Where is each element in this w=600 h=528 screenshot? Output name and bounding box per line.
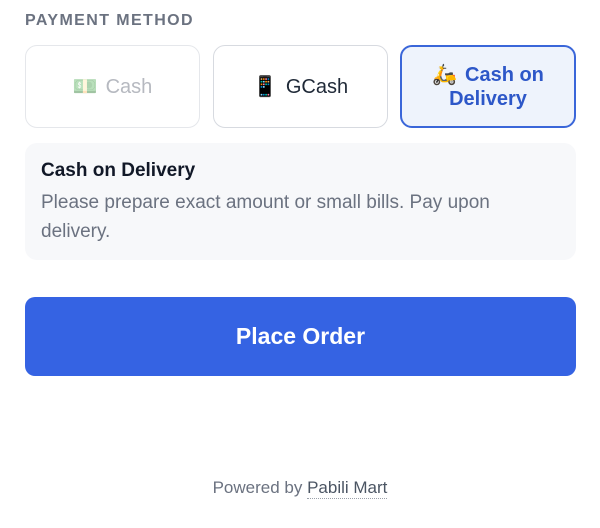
payment-option-cash-on-delivery[interactable]: 🛵 Cash on Delivery xyxy=(400,45,576,128)
footer: Powered by Pabili Mart xyxy=(0,478,600,499)
place-order-button[interactable]: Place Order xyxy=(25,297,576,376)
footer-prefix: Powered by xyxy=(212,478,308,497)
payment-option-label-line1: Cash on xyxy=(465,63,544,86)
payment-info-text: Please prepare exact amount or small bil… xyxy=(41,192,490,242)
payment-info-box: Cash on Delivery Please prepare exact am… xyxy=(25,143,576,260)
payment-option-cash[interactable]: 💵 Cash xyxy=(25,45,200,128)
brand-link[interactable]: Pabili Mart xyxy=(307,478,388,499)
scooter-icon: 🛵 xyxy=(432,63,457,86)
payment-option-label: Cash xyxy=(105,75,153,98)
payment-option-label-line2: Delivery xyxy=(449,87,527,110)
payment-method-heading: PAYMENT METHOD xyxy=(25,12,194,29)
payment-option-label: GCash xyxy=(285,75,349,98)
payment-info-title: Cash on Delivery xyxy=(41,160,196,181)
mobile-phone-icon: 📱 xyxy=(252,75,278,98)
cash-icon: 💵 xyxy=(72,75,98,98)
payment-option-gcash[interactable]: 📱 GCash xyxy=(213,45,388,128)
payment-method-options: 💵 Cash 📱 GCash 🛵 Cash on Delivery xyxy=(25,45,576,128)
checkout-panel: PAYMENT METHOD 💵 Cash 📱 GCash 🛵 Cash on … xyxy=(0,0,600,528)
